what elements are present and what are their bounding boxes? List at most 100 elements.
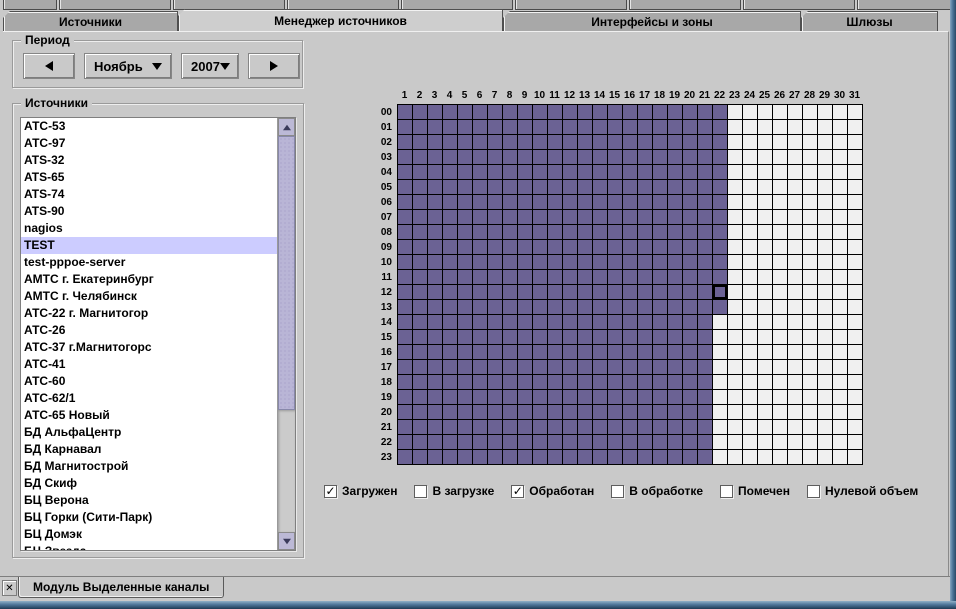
calendar-cell[interactable] — [788, 105, 802, 119]
calendar-cell[interactable] — [428, 420, 442, 434]
calendar-cell[interactable] — [773, 450, 787, 464]
calendar-cell[interactable] — [533, 345, 547, 359]
checkbox-unchecked-icon[interactable] — [807, 485, 820, 498]
list-item[interactable]: ATS-90 — [21, 203, 277, 220]
list-item[interactable]: БЦ Горки (Сити-Парк) — [21, 509, 277, 526]
calendar-cell[interactable] — [833, 315, 847, 329]
calendar-cell[interactable] — [533, 240, 547, 254]
calendar-cell[interactable] — [788, 120, 802, 134]
calendar-cell[interactable] — [788, 450, 802, 464]
calendar-cell[interactable] — [788, 435, 802, 449]
calendar-cell[interactable] — [713, 405, 727, 419]
calendar-cell[interactable] — [713, 225, 727, 239]
calendar-cell[interactable] — [443, 345, 457, 359]
calendar-cell[interactable] — [818, 450, 832, 464]
calendar-cell[interactable] — [683, 315, 697, 329]
calendar-cell[interactable] — [593, 210, 607, 224]
calendar-cell[interactable] — [818, 405, 832, 419]
calendar-cell[interactable] — [833, 345, 847, 359]
calendar-cell[interactable] — [488, 270, 502, 284]
calendar-cell[interactable] — [623, 120, 637, 134]
calendar-cell[interactable] — [398, 315, 412, 329]
calendar-cell[interactable] — [503, 255, 517, 269]
calendar-cell[interactable] — [608, 420, 622, 434]
calendar-cell[interactable] — [608, 135, 622, 149]
calendar-cell[interactable] — [413, 180, 427, 194]
calendar-cell[interactable] — [683, 285, 697, 299]
calendar-cell[interactable] — [443, 195, 457, 209]
calendar-cell[interactable] — [578, 135, 592, 149]
calendar-cell[interactable] — [533, 405, 547, 419]
calendar-cell[interactable] — [773, 240, 787, 254]
calendar-cell[interactable] — [698, 315, 712, 329]
calendar-cell[interactable] — [608, 390, 622, 404]
tab-module-dedicated-channels[interactable]: Модуль Выделенные каналы — [18, 577, 224, 598]
calendar-cell[interactable] — [743, 420, 757, 434]
calendar-cell[interactable] — [638, 450, 652, 464]
calendar-cell[interactable] — [653, 435, 667, 449]
calendar-cell[interactable] — [458, 330, 472, 344]
calendar-cell[interactable] — [623, 255, 637, 269]
calendar-cell[interactable] — [788, 225, 802, 239]
calendar-cell[interactable] — [473, 105, 487, 119]
calendar-cell[interactable] — [803, 285, 817, 299]
calendar-cell[interactable] — [443, 435, 457, 449]
calendar-cell[interactable] — [803, 270, 817, 284]
calendar-cell[interactable] — [773, 270, 787, 284]
calendar-cell[interactable] — [758, 375, 772, 389]
calendar-cell[interactable] — [713, 450, 727, 464]
calendar-cell[interactable] — [518, 135, 532, 149]
calendar-cell[interactable] — [833, 135, 847, 149]
calendar-cell[interactable] — [413, 450, 427, 464]
calendar-cell[interactable] — [503, 180, 517, 194]
calendar-cell[interactable] — [398, 435, 412, 449]
calendar-cell[interactable] — [848, 360, 862, 374]
calendar-cell[interactable] — [608, 150, 622, 164]
calendar-cell[interactable] — [728, 330, 742, 344]
calendar-cell[interactable] — [578, 375, 592, 389]
calendar-cell[interactable] — [623, 315, 637, 329]
calendar-cell[interactable] — [743, 345, 757, 359]
calendar-cell[interactable] — [788, 165, 802, 179]
calendar-cell[interactable] — [668, 330, 682, 344]
calendar-cell[interactable] — [458, 120, 472, 134]
calendar-cell[interactable] — [533, 210, 547, 224]
calendar-cell[interactable] — [818, 210, 832, 224]
calendar-cell[interactable] — [578, 150, 592, 164]
calendar-cell[interactable] — [563, 360, 577, 374]
calendar-cell[interactable] — [578, 315, 592, 329]
calendar-cell[interactable] — [413, 315, 427, 329]
calendar-cell[interactable] — [833, 390, 847, 404]
calendar-cell[interactable] — [488, 330, 502, 344]
calendar-cell[interactable] — [698, 255, 712, 269]
calendar-cell[interactable] — [698, 105, 712, 119]
calendar-cell[interactable] — [473, 375, 487, 389]
calendar-cell[interactable] — [398, 180, 412, 194]
calendar-cell[interactable] — [413, 330, 427, 344]
list-item[interactable]: АТС-62/1 — [21, 390, 277, 407]
calendar-cell[interactable] — [563, 120, 577, 134]
calendar-cell[interactable] — [818, 195, 832, 209]
calendar-cell[interactable] — [773, 120, 787, 134]
calendar-cell[interactable] — [683, 210, 697, 224]
calendar-cell[interactable] — [533, 135, 547, 149]
calendar-cell[interactable] — [728, 120, 742, 134]
calendar-cell[interactable] — [788, 360, 802, 374]
calendar-cell[interactable] — [638, 345, 652, 359]
calendar-cell[interactable] — [428, 180, 442, 194]
calendar-cell[interactable] — [458, 435, 472, 449]
calendar-cell[interactable] — [803, 390, 817, 404]
calendar-cell[interactable] — [803, 105, 817, 119]
calendar-cell[interactable] — [533, 450, 547, 464]
calendar-cell[interactable] — [833, 330, 847, 344]
calendar-cell[interactable] — [473, 180, 487, 194]
calendar-cell[interactable] — [773, 165, 787, 179]
calendar-cell[interactable] — [743, 390, 757, 404]
calendar-cell[interactable] — [788, 195, 802, 209]
calendar-cell[interactable] — [518, 240, 532, 254]
calendar-cell[interactable] — [473, 135, 487, 149]
calendar-cell[interactable] — [443, 300, 457, 314]
year-select[interactable]: 2007 — [181, 53, 239, 79]
calendar-cell[interactable] — [563, 180, 577, 194]
calendar-cell[interactable] — [578, 210, 592, 224]
